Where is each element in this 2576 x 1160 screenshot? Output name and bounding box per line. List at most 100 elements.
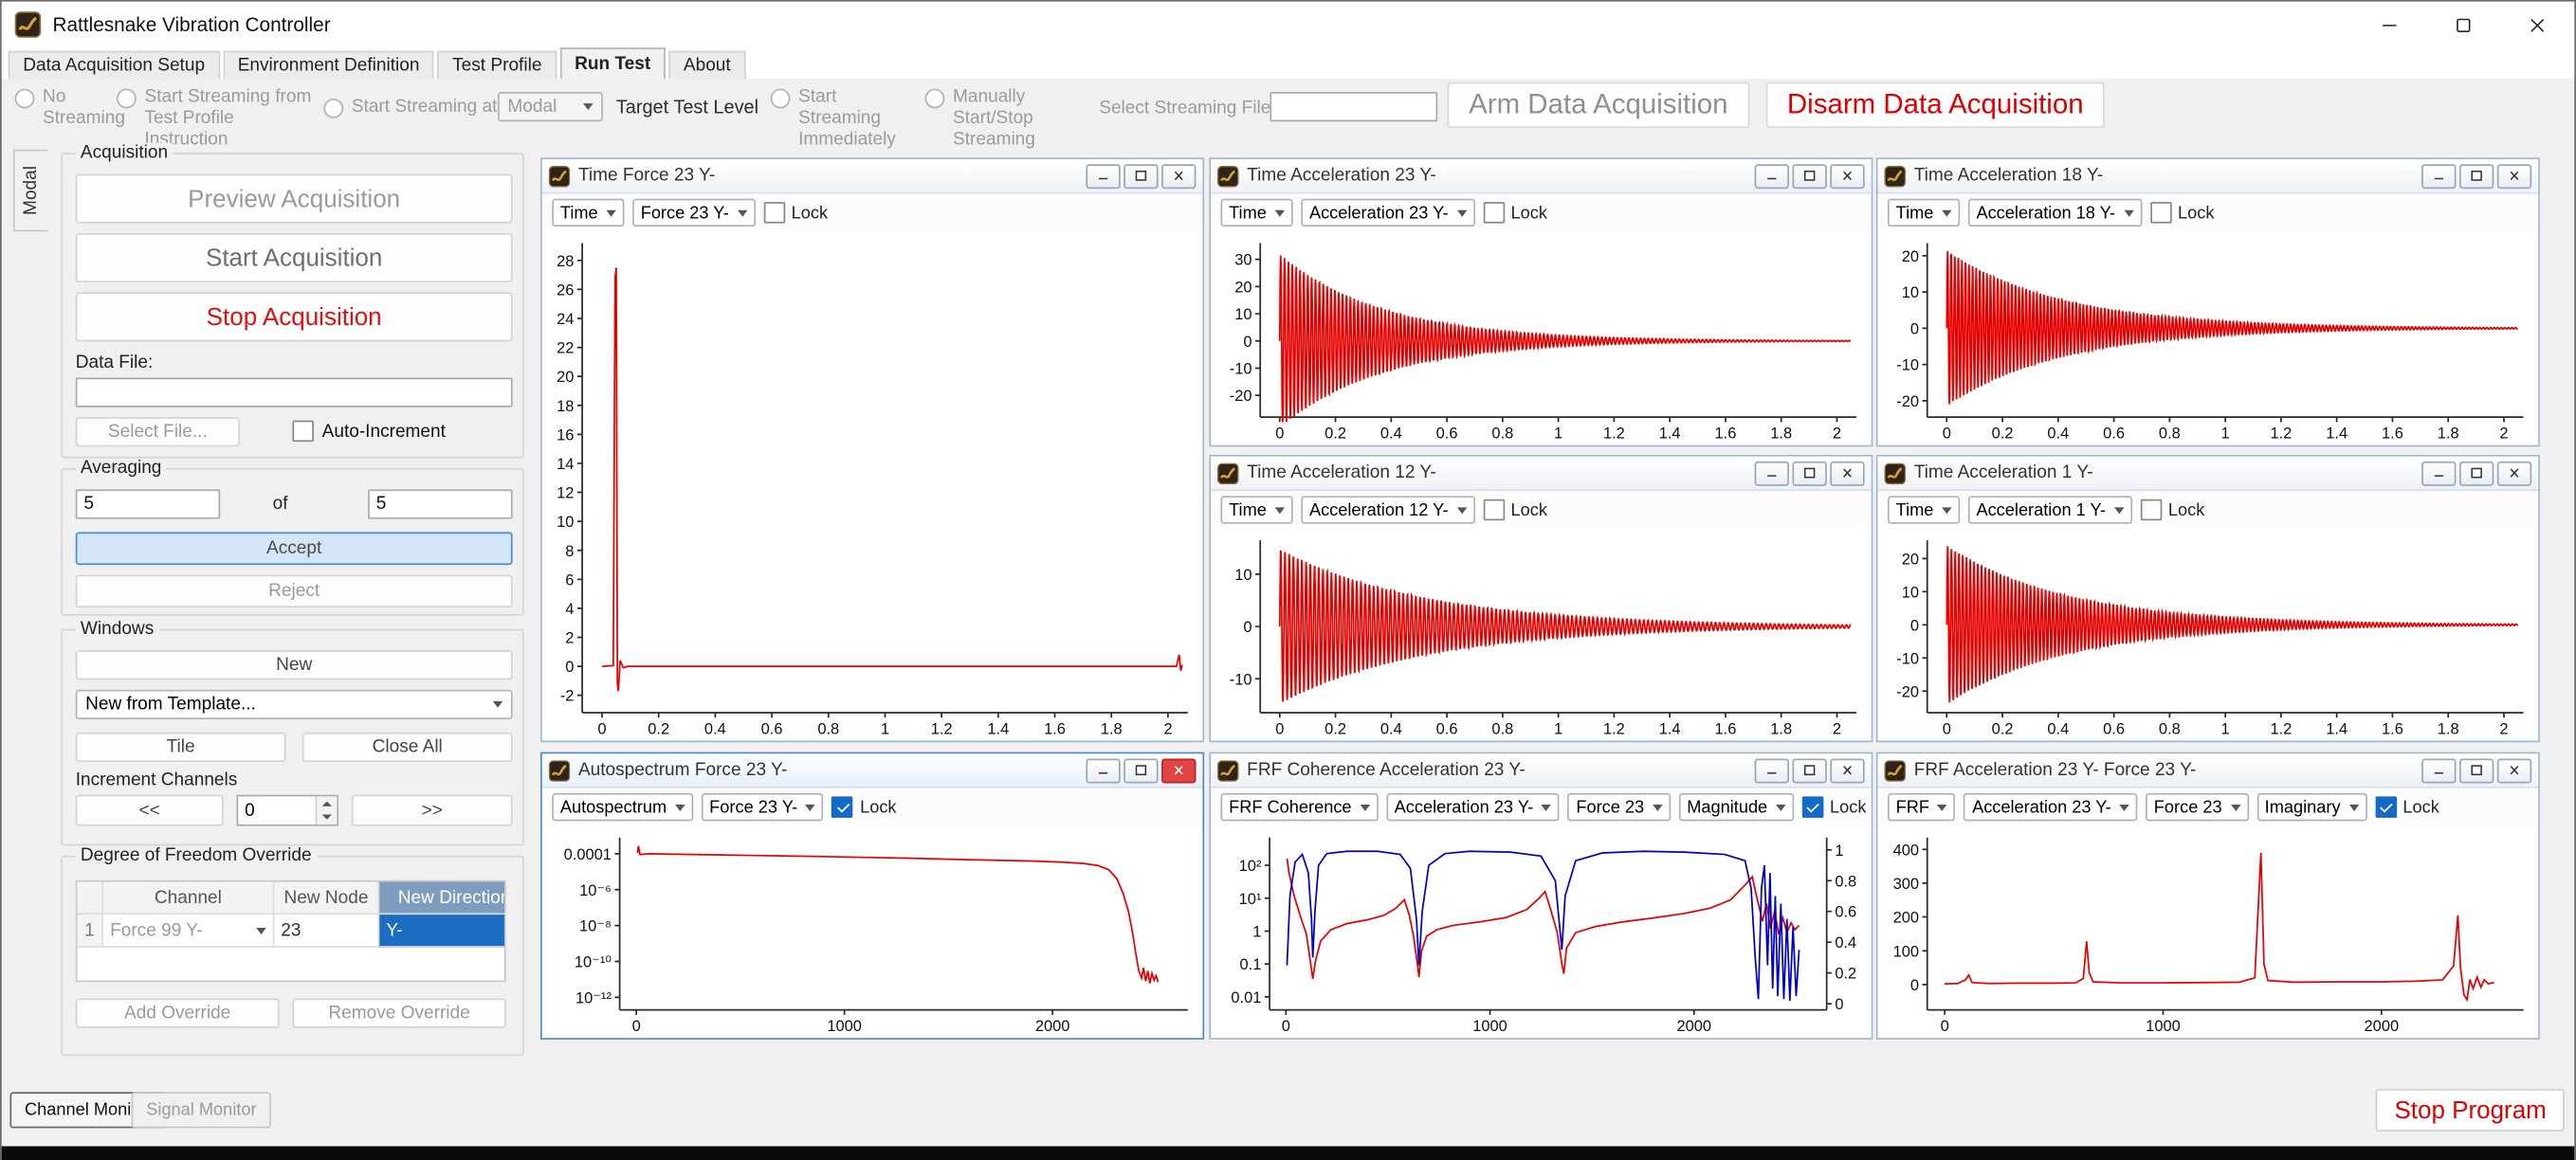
plot-window-frf-acceleration-force[interactable]: FRF Acceleration 23 Y- Force 23 Y- FRF A…: [1876, 752, 2540, 1040]
decrement-channels-button[interactable]: <<: [76, 795, 224, 826]
tab-environment-definition[interactable]: Environment Definition: [223, 51, 434, 79]
plot-canvas[interactable]: 100-1000.20.40.60.811.21.41.61.82: [1211, 529, 1872, 741]
plot-quantity-select[interactable]: Magnitude: [1679, 793, 1794, 821]
plot-canvas[interactable]: 2826242220181614121086420-200.20.40.60.8…: [542, 231, 1203, 740]
plot-window-time-acceleration-18y[interactable]: Time Acceleration 18 Y- Time Acceleratio…: [1876, 157, 2540, 446]
reject-button[interactable]: Reject: [76, 574, 513, 607]
minimize-icon[interactable]: [2421, 461, 2456, 485]
plot-type-select[interactable]: Autospectrum: [552, 793, 693, 821]
accept-button[interactable]: Accept: [76, 532, 513, 565]
column-header-new-direction[interactable]: New Direction: [379, 882, 505, 915]
averages-total-input[interactable]: [368, 489, 512, 518]
plot-reference-select[interactable]: Force 23: [2146, 793, 2248, 821]
plot-channel-select[interactable]: Force 23 Y-: [632, 199, 755, 227]
lock-checkbox[interactable]: Lock: [2375, 796, 2439, 818]
new-window-button[interactable]: New: [76, 650, 513, 680]
plot-type-select[interactable]: Time: [552, 199, 624, 227]
plot-channel-select[interactable]: Acceleration 23 Y-: [1301, 199, 1474, 227]
plot-window-titlebar[interactable]: Time Force 23 Y-: [542, 159, 1203, 193]
close-button[interactable]: [2500, 2, 2574, 48]
minimize-icon[interactable]: [2421, 758, 2456, 783]
plot-type-select[interactable]: Time: [1888, 496, 1960, 523]
maximize-icon[interactable]: [2459, 461, 2494, 485]
plot-type-select[interactable]: Time: [1888, 199, 1960, 227]
lock-checkbox[interactable]: Lock: [2150, 202, 2215, 224]
plot-window-titlebar[interactable]: Time Acceleration 18 Y-: [1878, 159, 2539, 193]
tab-about[interactable]: About: [668, 51, 745, 79]
tab-data-acquisition-setup[interactable]: Data Acquisition Setup: [9, 51, 220, 79]
close-icon[interactable]: [1161, 163, 1196, 188]
plot-channel-select[interactable]: Force 23 Y-: [702, 793, 824, 821]
plot-type-select[interactable]: Time: [1220, 496, 1292, 523]
start-acquisition-button[interactable]: Start Acquisition: [76, 233, 513, 282]
radio-start-streaming-at[interactable]: Start Streaming at: [323, 97, 497, 118]
plot-type-select[interactable]: FRF: [1888, 793, 1956, 821]
column-header-new-node[interactable]: New Node: [274, 882, 379, 915]
new-node-cell[interactable]: 23: [274, 915, 379, 948]
tile-button[interactable]: Tile: [76, 733, 286, 762]
increment-channels-spinbox[interactable]: 0: [237, 795, 338, 826]
close-icon[interactable]: [2497, 758, 2531, 783]
tab-run-test[interactable]: Run Test: [559, 47, 665, 79]
plot-window-titlebar[interactable]: Time Acceleration 23 Y-: [1211, 159, 1872, 193]
plot-canvas[interactable]: 3020100-10-2000.20.40.60.811.21.41.61.82: [1211, 231, 1872, 444]
lock-checkbox[interactable]: Lock: [763, 202, 828, 224]
averages-current-input[interactable]: [76, 489, 220, 518]
preview-acquisition-button[interactable]: Preview Acquisition: [76, 174, 513, 224]
maximize-icon[interactable]: [1792, 163, 1826, 188]
new-direction-cell[interactable]: Y-: [379, 915, 505, 948]
plot-window-time-acceleration-1y[interactable]: Time Acceleration 1 Y- Time Acceleration…: [1876, 455, 2540, 742]
plot-type-select[interactable]: Time: [1220, 199, 1292, 227]
data-file-input[interactable]: [76, 378, 513, 408]
plot-window-titlebar[interactable]: Time Acceleration 12 Y-: [1211, 457, 1872, 491]
close-icon[interactable]: [1830, 461, 1864, 485]
close-icon[interactable]: [1830, 163, 1864, 188]
radio-start-streaming-immediately[interactable]: Start Streaming Immediately: [771, 87, 922, 153]
plot-channel-select[interactable]: Acceleration 18 Y-: [1968, 199, 2142, 227]
minimize-icon[interactable]: [1755, 461, 1789, 485]
maximize-icon[interactable]: [1124, 163, 1158, 188]
spin-up-icon[interactable]: [317, 796, 337, 810]
streaming-level-select[interactable]: Modal: [498, 92, 603, 121]
maximize-button[interactable]: [2426, 2, 2500, 48]
plot-canvas[interactable]: 20100-10-2000.20.40.60.811.21.41.61.82: [1878, 529, 2539, 741]
plot-canvas[interactable]: 20100-10-2000.20.40.60.811.21.41.61.82: [1878, 231, 2539, 444]
plot-window-frf-coherence[interactable]: FRF Coherence Acceleration 23 Y- FRF Coh…: [1209, 752, 1873, 1040]
lock-checkbox[interactable]: Lock: [832, 796, 897, 818]
lock-checkbox[interactable]: Lock: [2140, 499, 2204, 521]
titlebar[interactable]: Rattlesnake Vibration Controller: [2, 2, 2575, 48]
streaming-file-input[interactable]: [1270, 92, 1437, 121]
remove-override-button[interactable]: Remove Override: [292, 999, 505, 1028]
close-all-button[interactable]: Close All: [302, 733, 513, 762]
arm-data-acquisition-button[interactable]: Arm Data Acquisition: [1448, 82, 1749, 129]
select-streaming-file-button[interactable]: Select Streaming File...: [1099, 99, 1286, 118]
add-override-button[interactable]: Add Override: [76, 999, 280, 1028]
minimize-icon[interactable]: [2421, 163, 2456, 188]
close-icon[interactable]: [1830, 758, 1864, 783]
plot-canvas[interactable]: 0.000110⁻⁶10⁻⁸10⁻¹⁰10⁻¹²010002000: [542, 826, 1203, 1039]
select-file-button[interactable]: Select File...: [76, 417, 240, 446]
minimize-icon[interactable]: [1086, 758, 1120, 783]
channel-cell[interactable]: Force 99 Y-: [103, 915, 274, 948]
radio-no-streaming[interactable]: No Streaming: [15, 87, 111, 131]
plot-canvas[interactable]: 10²10¹10.10.0101000200010.80.60.40.20: [1211, 826, 1872, 1039]
plot-quantity-select[interactable]: Imaginary: [2256, 793, 2366, 821]
plot-window-titlebar[interactable]: Time Acceleration 1 Y-: [1878, 457, 2539, 491]
plot-window-time-acceleration-12y[interactable]: Time Acceleration 12 Y- Time Acceleratio…: [1209, 455, 1873, 742]
new-from-template-select[interactable]: New from Template...: [76, 690, 513, 719]
close-icon[interactable]: [1161, 758, 1196, 783]
maximize-icon[interactable]: [2459, 758, 2494, 783]
plot-window-titlebar[interactable]: FRF Acceleration 23 Y- Force 23 Y-: [1878, 753, 2539, 788]
row-header[interactable]: 1: [77, 915, 103, 948]
maximize-icon[interactable]: [2459, 163, 2494, 188]
stop-acquisition-button[interactable]: Stop Acquisition: [76, 292, 513, 341]
minimize-icon[interactable]: [1755, 758, 1789, 783]
signal-monitor-button[interactable]: Signal Monitor: [132, 1092, 272, 1128]
lock-checkbox[interactable]: Lock: [1802, 796, 1867, 818]
tab-test-profile[interactable]: Test Profile: [438, 51, 557, 79]
plot-channel-select[interactable]: Acceleration 12 Y-: [1301, 496, 1474, 523]
plot-channel-select[interactable]: Acceleration 1 Y-: [1968, 496, 2132, 523]
plot-window-time-force-23y[interactable]: Time Force 23 Y- Time Force 23 Y- Lock 2…: [540, 157, 1204, 742]
close-icon[interactable]: [2497, 461, 2531, 485]
column-header-channel[interactable]: Channel: [103, 882, 274, 915]
